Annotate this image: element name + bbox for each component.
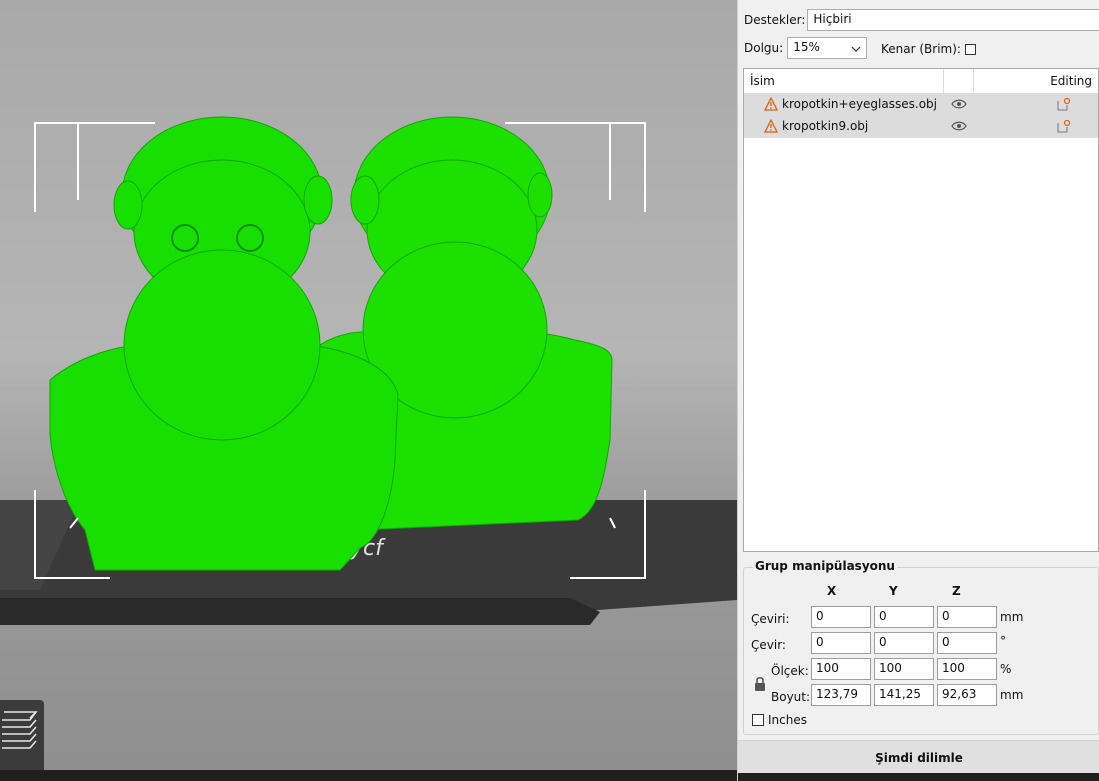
lock-icon[interactable] [753,676,767,692]
infill-value: 15% [793,40,820,54]
translate-y-input[interactable]: 0 [874,606,934,628]
inches-checkbox[interactable] [752,714,764,726]
brim-label: Kenar (Brim): [881,42,961,56]
brim-checkbox[interactable] [964,43,976,55]
print-bed-edge [0,598,600,625]
infill-select[interactable]: 15% [787,37,868,59]
group-manipulation-title: Grup manipülasyonu [753,559,897,573]
column-header-name[interactable]: İsim [750,74,775,88]
eye-icon[interactable] [951,99,967,109]
translate-x-input[interactable]: 0 [811,606,871,628]
list-item[interactable]: kropotkin+eyeglasses.obj [744,94,1098,116]
size-y-input[interactable]: 141,25 [874,684,934,706]
supports-select[interactable]: Hiçbiri [807,9,1099,31]
object-list-header: İsim Editing [744,69,1098,94]
rotate-unit: ° [1000,634,1006,648]
size-label: Boyut: [771,690,811,704]
edit-icon[interactable] [1057,97,1071,111]
size-x-input[interactable]: 123,79 [811,684,871,706]
supports-label: Destekler: [744,13,806,27]
3d-viewport[interactable]: ycf [0,0,737,781]
layers-view-button[interactable] [0,700,44,772]
inches-label: Inches [768,713,807,727]
size-unit: mm [1000,688,1024,702]
warning-icon [764,97,778,111]
layers-icon [2,711,38,749]
column-header-editing[interactable]: Editing [1050,74,1092,88]
supports-row: Destekler: Hiçbiri [744,9,1099,31]
infill-label: Dolgu: [744,41,784,55]
slice-now-button[interactable]: Şimdi dilimle [738,740,1099,774]
object-name: kropotkin+eyeglasses.obj [782,97,937,111]
inches-row: Inches [752,713,807,727]
rotate-y-input[interactable]: 0 [874,632,934,654]
panel-bottom-strip [738,773,1099,781]
object-list[interactable]: İsim Editing kropotkin+eyeglasses.obj kr… [743,68,1099,552]
translate-z-input[interactable]: 0 [937,606,997,628]
warning-icon [764,119,778,133]
axis-y-label: Y [889,584,898,598]
brim-row: Kenar (Brim): [881,42,976,56]
scale-x-input[interactable]: 100 [811,658,871,680]
rotate-label: Çevir: [751,638,786,652]
list-item[interactable]: kropotkin9.obj [744,116,1098,138]
settings-panel: Destekler: Hiçbiri Dolgu: 15% Kenar (Bri… [737,0,1099,781]
axis-z-label: Z [952,584,961,598]
translate-label: Çeviri: [751,612,790,626]
infill-row: Dolgu: 15% [744,37,868,59]
axis-x-label: X [827,584,837,598]
scene-canvas[interactable]: ycf [0,0,737,781]
edit-icon[interactable] [1057,119,1071,133]
rotate-x-input[interactable]: 0 [811,632,871,654]
rotate-z-input[interactable]: 0 [937,632,997,654]
size-z-input[interactable]: 92,63 [937,684,997,706]
eye-icon[interactable] [951,121,967,131]
scale-z-input[interactable]: 100 [937,658,997,680]
scale-label: Ölçek: [771,664,809,678]
bottom-status-strip [0,770,737,781]
translate-unit: mm [1000,610,1024,624]
chevron-down-icon [851,46,861,52]
scale-y-input[interactable]: 100 [874,658,934,680]
object-name: kropotkin9.obj [782,119,869,133]
scale-unit: % [1000,662,1012,676]
